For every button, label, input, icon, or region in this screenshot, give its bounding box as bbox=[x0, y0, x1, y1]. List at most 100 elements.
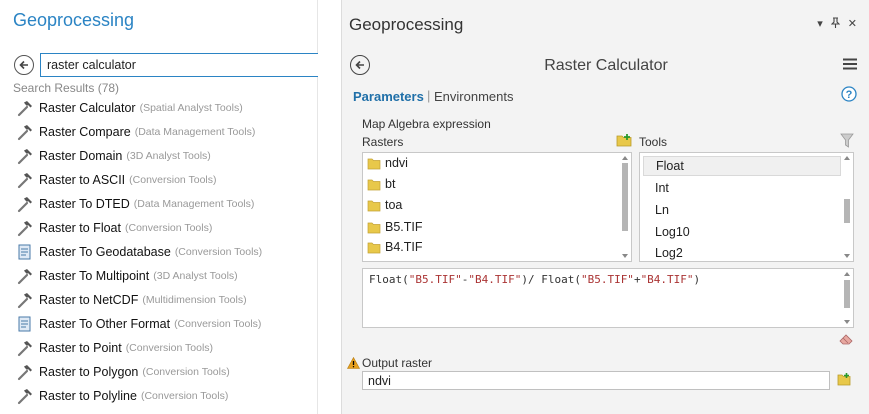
result-toolbox-name: (Conversion Tools) bbox=[125, 342, 214, 354]
hammer-icon bbox=[16, 339, 34, 357]
search-result-item[interactable]: Raster to Polyline (Conversion Tools) bbox=[16, 384, 316, 408]
tab-environments[interactable]: Environments bbox=[434, 89, 513, 104]
tools-list[interactable]: Float Int Ln Log10 Log2 bbox=[639, 152, 854, 262]
search-result-item[interactable]: Raster Compare (Data Management Tools) bbox=[16, 120, 316, 144]
tool-function-name: Float bbox=[656, 159, 684, 173]
tool-function-name: Log10 bbox=[655, 225, 690, 239]
tool-list-item[interactable]: Log2 bbox=[643, 243, 841, 261]
search-result-item[interactable]: Raster to Float (Conversion Tools) bbox=[16, 216, 316, 240]
tools-label: Tools bbox=[639, 135, 668, 149]
hammer-icon bbox=[16, 195, 34, 213]
raster-folder-icon bbox=[367, 240, 381, 254]
search-result-item[interactable]: Raster to Polygon (Conversion Tools) bbox=[16, 360, 316, 384]
result-toolbox-name: (Spatial Analyst Tools) bbox=[139, 102, 243, 114]
result-tool-name: Raster To DTED bbox=[39, 197, 130, 211]
pin-icon[interactable] bbox=[830, 17, 841, 31]
pane-title: Geoprocessing bbox=[349, 15, 464, 34]
tab-parameters[interactable]: Parameters bbox=[353, 89, 424, 104]
result-tool-name: Raster To Geodatabase bbox=[39, 245, 171, 259]
result-tool-name: Raster to Polyline bbox=[39, 389, 137, 403]
hammer-icon bbox=[16, 267, 34, 285]
result-tool-name: Raster to Point bbox=[39, 341, 122, 355]
add-raster-icon[interactable] bbox=[616, 133, 632, 150]
output-raster-input[interactable] bbox=[362, 371, 830, 390]
result-toolbox-name: (Data Management Tools) bbox=[133, 198, 255, 210]
result-toolbox-name: (Conversion Tools) bbox=[174, 246, 263, 258]
result-tool-name: Raster To Other Format bbox=[39, 317, 171, 331]
eraser-icon[interactable] bbox=[839, 333, 853, 348]
result-toolbox-name: (Conversion Tools) bbox=[129, 174, 217, 186]
hammer-icon bbox=[16, 219, 34, 237]
raster-list-item[interactable]: bt bbox=[367, 177, 395, 191]
search-result-item[interactable]: Raster to NetCDF (Multidimension Tools) bbox=[16, 288, 316, 312]
output-raster-label: Output raster bbox=[362, 356, 433, 370]
search-result-item[interactable]: Raster Domain (3D Analyst Tools) bbox=[16, 144, 316, 168]
result-tool-name: Raster To Multipoint bbox=[39, 269, 150, 283]
result-toolbox-name: (Conversion Tools) bbox=[142, 366, 230, 378]
map-algebra-expression-input[interactable]: Float("B5.TIF"-"B4.TIF")/ Float("B5.TIF"… bbox=[362, 268, 854, 328]
hammer-icon bbox=[16, 171, 34, 189]
hammer-icon bbox=[16, 291, 34, 309]
raster-name: B5.TIF bbox=[385, 220, 423, 234]
search-result-item[interactable]: Raster To Geodatabase (Conversion Tools) bbox=[16, 240, 316, 264]
raster-list-item[interactable]: ndvi bbox=[367, 156, 408, 170]
tab-separator: | bbox=[427, 88, 431, 103]
warning-icon bbox=[346, 356, 361, 372]
search-result-item[interactable]: Raster Calculator (Spatial Analyst Tools) bbox=[16, 96, 316, 120]
svg-text:?: ? bbox=[846, 89, 853, 101]
raster-name: ndvi bbox=[385, 156, 408, 170]
expr-raster-ref: "B4.TIF" bbox=[468, 273, 522, 286]
search-results-list: Raster Calculator (Spatial Analyst Tools)… bbox=[16, 96, 316, 408]
search-result-item[interactable]: Raster to ASCII (Conversion Tools) bbox=[16, 168, 316, 192]
result-tool-name: Raster to NetCDF bbox=[39, 293, 139, 307]
raster-calculator-pane: Geoprocessing ▾ ✕ Raster Calculator Para… bbox=[341, 0, 869, 414]
browse-folder-icon[interactable] bbox=[837, 372, 851, 389]
tools-scrollbar[interactable] bbox=[843, 155, 851, 259]
hammer-icon bbox=[16, 123, 34, 141]
result-toolbox-name: (Data Management Tools) bbox=[134, 126, 256, 138]
raster-name: toa bbox=[385, 198, 403, 212]
tool-list-item[interactable]: Float bbox=[643, 156, 841, 176]
tool-function-name: Int bbox=[655, 181, 669, 195]
rasters-label: Rasters bbox=[362, 135, 404, 149]
rasters-scrollbar[interactable] bbox=[621, 155, 629, 259]
hammer-icon bbox=[16, 363, 34, 381]
back-arrow-icon bbox=[19, 60, 28, 70]
rasters-list[interactable]: ndvi bt toa B5.TIF B4.TIF bbox=[362, 152, 632, 262]
raster-list-item[interactable]: B5.TIF bbox=[367, 220, 423, 234]
raster-list-item[interactable]: toa bbox=[367, 198, 402, 212]
expr-part: Float( bbox=[369, 273, 409, 286]
raster-folder-icon bbox=[367, 177, 381, 191]
result-toolbox-name: (Conversion Tools) bbox=[174, 318, 262, 330]
expr-part: )/ Float( bbox=[521, 273, 581, 286]
search-result-item[interactable]: Raster to Point (Conversion Tools) bbox=[16, 336, 316, 360]
expression-scrollbar[interactable] bbox=[843, 271, 851, 325]
script-icon bbox=[16, 243, 34, 261]
help-icon[interactable]: ? bbox=[841, 86, 857, 105]
search-input[interactable] bbox=[40, 53, 318, 77]
search-result-item[interactable]: Raster To DTED (Data Management Tools) bbox=[16, 192, 316, 216]
hammer-icon bbox=[16, 147, 34, 165]
menu-icon[interactable] bbox=[843, 58, 857, 73]
expr-part: + bbox=[633, 273, 641, 286]
close-icon[interactable]: ✕ bbox=[848, 17, 857, 31]
result-toolbox-name: (3D Analyst Tools) bbox=[153, 270, 238, 282]
search-result-item[interactable]: Raster To Other Format (Conversion Tools) bbox=[16, 312, 316, 336]
result-tool-name: Raster to Polygon bbox=[39, 365, 139, 379]
raster-list-item[interactable]: B4.TIF bbox=[367, 240, 423, 254]
raster-folder-icon bbox=[367, 220, 381, 234]
tool-function-name: Ln bbox=[655, 203, 669, 217]
filter-icon[interactable] bbox=[840, 133, 854, 152]
raster-name: bt bbox=[385, 177, 396, 191]
script-icon bbox=[16, 315, 34, 333]
expr-raster-ref: "B5.TIF" bbox=[408, 273, 462, 286]
geoprocessing-search-pane: Geoprocessing Search Results (78) Raster… bbox=[0, 0, 318, 414]
raster-folder-icon bbox=[367, 198, 381, 212]
result-tool-name: Raster to ASCII bbox=[39, 173, 126, 187]
tool-list-item[interactable]: Log10 bbox=[643, 222, 841, 242]
tool-list-item[interactable]: Int bbox=[643, 178, 841, 198]
dropdown-arrow-icon[interactable]: ▾ bbox=[817, 17, 823, 31]
back-button[interactable] bbox=[14, 55, 34, 75]
search-result-item[interactable]: Raster To Multipoint (3D Analyst Tools) bbox=[16, 264, 316, 288]
tool-list-item[interactable]: Ln bbox=[643, 200, 841, 220]
